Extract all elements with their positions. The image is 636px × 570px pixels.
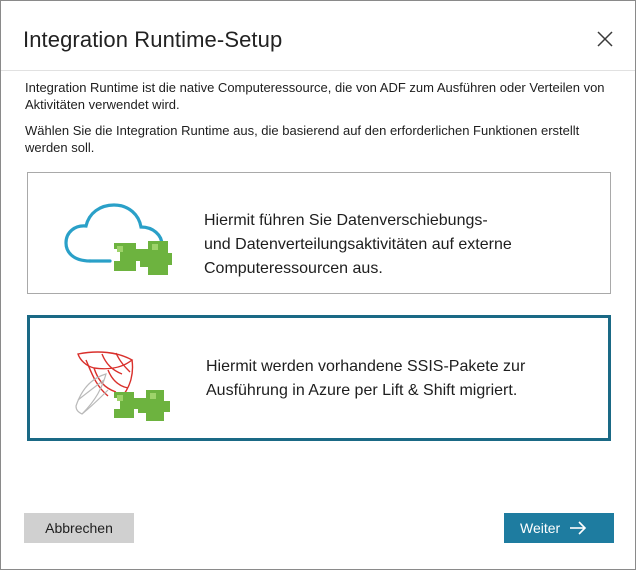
option-ssis-lift-shift-line-1: Hiermit werden vorhandene SSIS-Pakete zu… <box>206 358 526 375</box>
cloud-data-movement-icon <box>62 201 174 279</box>
option-data-movement-line-1: Hiermit führen Sie Datenverschiebungs- <box>204 212 488 229</box>
close-button[interactable] <box>593 27 617 51</box>
description-runtime: Integration Runtime ist die native Compu… <box>25 80 605 112</box>
description-choose: Wählen Sie die Integration Runtime aus, … <box>25 123 580 155</box>
dialog-header: Integration Runtime-Setup <box>1 1 635 71</box>
integration-runtime-setup-dialog: Integration Runtime-Setup Integration Ru… <box>0 0 636 570</box>
next-button[interactable]: Weiter <box>504 513 614 543</box>
next-button-label: Weiter <box>520 520 561 536</box>
option-data-movement-text: Hiermit führen Sie Datenverschiebungs- u… <box>204 209 584 281</box>
option-data-movement-line-3: Computeressourcen aus. <box>204 260 383 277</box>
arrow-right-icon <box>570 521 587 535</box>
cancel-button[interactable]: Abbrechen <box>24 513 134 543</box>
cancel-button-label: Abbrechen <box>45 520 113 536</box>
dialog-title: Integration Runtime-Setup <box>23 27 283 52</box>
ssis-lift-shift-icon <box>68 344 174 422</box>
option-ssis-lift-shift-line-2: Ausführung in Azure per Lift & Shift mig… <box>206 382 518 399</box>
option-data-movement[interactable]: Hiermit führen Sie Datenverschiebungs- u… <box>27 172 611 294</box>
option-data-movement-line-2: und Datenverteilungsaktivitäten auf exte… <box>204 236 512 253</box>
option-ssis-lift-shift-text: Hiermit werden vorhandene SSIS-Pakete zu… <box>206 355 586 403</box>
close-icon <box>597 31 613 47</box>
option-ssis-lift-shift[interactable]: Hiermit werden vorhandene SSIS-Pakete zu… <box>27 315 611 441</box>
